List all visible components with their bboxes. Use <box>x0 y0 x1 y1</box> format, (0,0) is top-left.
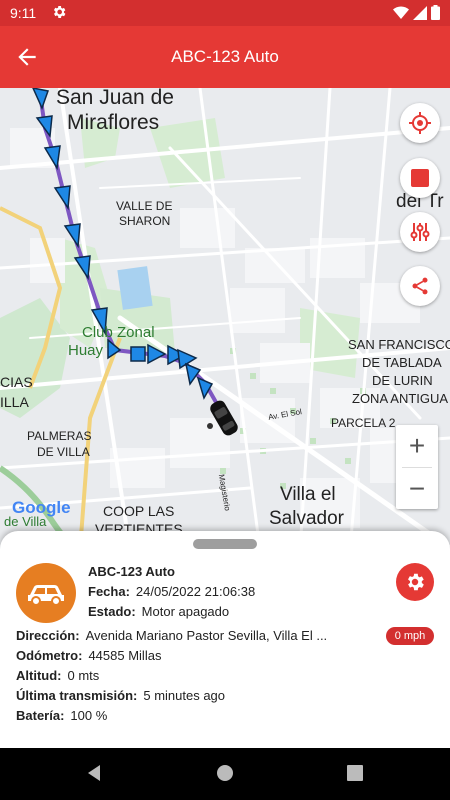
altitud-row: Altitud: 0 mts <box>16 668 99 683</box>
recents-nav-icon[interactable] <box>344 762 366 784</box>
direccion-value: Avenida Mariano Pastor Sevilla, Villa El… <box>85 628 328 643</box>
map-view[interactable]: San Juan de Miraflores VALLE DE SHARON C… <box>0 88 450 550</box>
car-icon <box>28 585 64 605</box>
sheet-drag-handle[interactable] <box>193 539 257 549</box>
map-label: VALLE DE <box>116 199 173 213</box>
ultima-value: 5 minutes ago <box>143 688 226 703</box>
map-label: DE LURIN <box>372 373 433 388</box>
map-label: DE TABLADA <box>362 355 442 370</box>
filter-button[interactable] <box>400 212 440 252</box>
my-location-button[interactable] <box>400 103 440 143</box>
speed-badge: 0 mph <box>386 627 434 645</box>
signal-icon <box>413 5 427 20</box>
home-nav-icon[interactable] <box>214 762 236 784</box>
sliders-icon <box>410 223 430 241</box>
zoom-out-button[interactable]: − <box>396 468 438 510</box>
page-title: ABC-123 Auto <box>171 47 279 66</box>
map-label: DE VILLA <box>37 445 90 459</box>
direccion-row: Dirección: Avenida Mariano Pastor Sevilla… <box>16 628 327 643</box>
stop-button[interactable] <box>400 158 440 198</box>
altitud-label: Altitud: <box>16 668 62 683</box>
system-nav-bar <box>0 748 450 800</box>
google-logo: Google <box>12 498 71 517</box>
map-label: PALMERAS <box>27 429 92 443</box>
estado-value: Motor apagado <box>141 604 230 619</box>
bateria-value: 100 % <box>70 708 108 723</box>
map-label: ZONA ANTIGUA <box>352 391 449 406</box>
ultima-label: Última transmisión: <box>16 688 138 703</box>
fecha-row: Fecha: 24/05/2022 21:06:38 <box>88 584 255 599</box>
map-label: Villa el <box>280 484 336 505</box>
odometro-label: Odómetro: <box>16 648 83 663</box>
wifi-icon <box>393 5 409 19</box>
battery-icon <box>431 5 440 20</box>
bateria-row: Batería: 100 % <box>16 708 107 723</box>
app-bar: ABC-123 Auto <box>0 26 450 88</box>
ultima-row: Última transmisión: 5 minutes ago <box>16 688 225 703</box>
odometro-row: Odómetro: 44585 Millas <box>16 648 161 663</box>
back-nav-icon[interactable] <box>83 762 105 784</box>
direccion-label: Dirección: <box>16 628 80 643</box>
vehicle-info-sheet: ABC-123 Auto Fecha: 24/05/2022 21:06:38 E… <box>0 531 450 749</box>
bateria-label: Batería: <box>16 708 65 723</box>
odometro-value: 44585 Millas <box>88 648 162 663</box>
share-icon <box>412 277 428 295</box>
settings-notification-icon <box>53 6 66 18</box>
map-label: ILLA <box>0 394 29 410</box>
map-label: Club Zonal <box>82 324 155 341</box>
estado-label: Estado: <box>88 604 136 619</box>
vehicle-settings-button[interactable] <box>396 563 434 601</box>
zoom-controls: + − <box>396 425 438 509</box>
altitud-value: 0 mts <box>67 668 100 683</box>
zoom-in-button[interactable]: + <box>396 425 438 467</box>
gear-icon <box>408 573 424 591</box>
status-bar: 9:11 <box>0 0 450 26</box>
vehicle-avatar <box>16 563 76 623</box>
map-label: Huay <box>68 342 104 359</box>
map-label: San Juan de <box>56 88 174 109</box>
map-label: Salvador <box>269 508 344 529</box>
stop-icon <box>411 169 429 187</box>
fecha-label: Fecha: <box>88 584 130 599</box>
map-label: SHARON <box>119 214 171 228</box>
estado-row: Estado: Motor apagado <box>88 604 229 619</box>
share-button[interactable] <box>400 266 440 306</box>
map-label: SAN FRANCISCO <box>348 337 450 352</box>
vehicle-name: ABC-123 Auto <box>88 564 175 579</box>
map-label: Miraflores <box>67 111 160 134</box>
map-label: CIAS <box>0 374 33 390</box>
map-label: PARCELA 2 <box>331 416 396 430</box>
status-time: 9:11 <box>10 5 37 21</box>
crosshair-icon <box>409 112 431 134</box>
fecha-value: 24/05/2022 21:06:38 <box>135 584 256 599</box>
map-label: COOP LAS <box>103 503 175 519</box>
